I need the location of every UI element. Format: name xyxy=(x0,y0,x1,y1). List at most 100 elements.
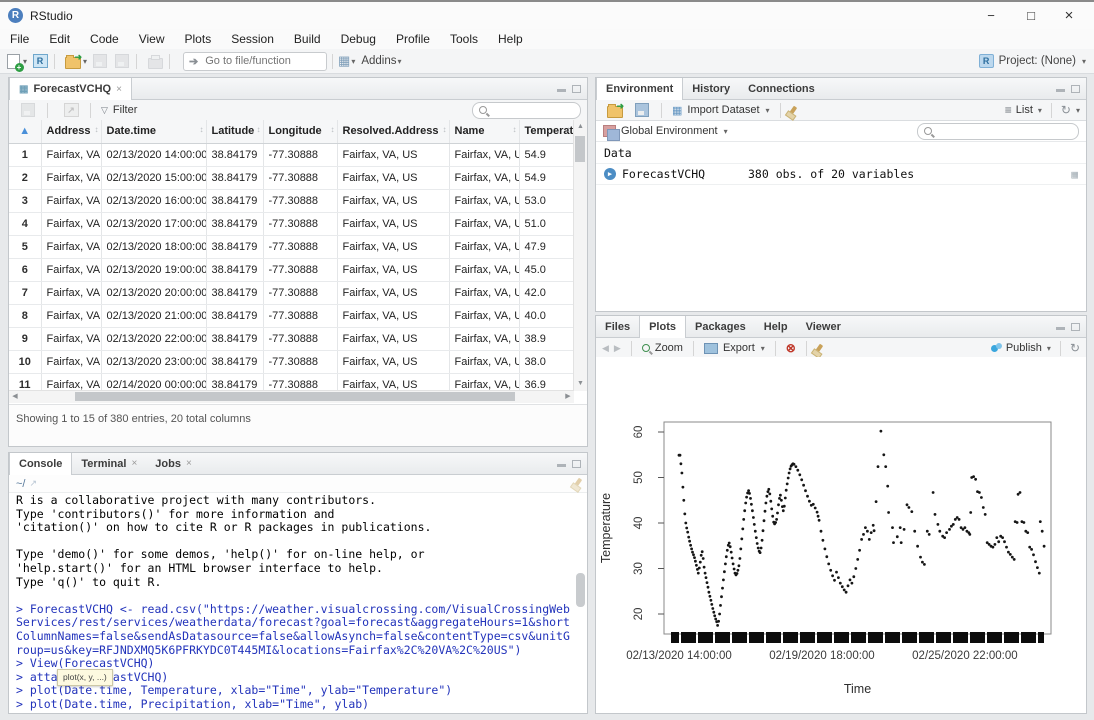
publish-caret-icon[interactable]: ▾ xyxy=(1047,344,1051,353)
tab-plots[interactable]: Plots xyxy=(639,316,686,338)
tab-environment[interactable]: Environment xyxy=(596,78,683,100)
tab-packages[interactable]: Packages xyxy=(686,316,755,337)
sort-icon[interactable]: ↕ xyxy=(200,125,204,134)
publish-button[interactable]: Publish xyxy=(1006,342,1042,354)
export-caret-icon[interactable]: ▾ xyxy=(761,344,765,353)
minimize-pane-icon[interactable] xyxy=(1056,327,1065,330)
scroll-left-icon[interactable]: ◀ xyxy=(9,391,21,403)
view-table-icon[interactable]: ▦ xyxy=(1071,168,1078,181)
table-row[interactable]: 2Fairfax, VA, US02/13/2020 15:00:0038.84… xyxy=(9,166,573,189)
menu-item-build[interactable]: Build xyxy=(284,32,331,46)
addins-menu[interactable]: Addins xyxy=(361,55,396,67)
table-row[interactable]: 8Fairfax, VA, US02/13/2020 21:00:0038.84… xyxy=(9,304,573,327)
clear-all-plots-icon[interactable] xyxy=(815,343,823,353)
import-dataset-button[interactable]: Import Dataset xyxy=(687,104,759,116)
minimize-pane-icon[interactable] xyxy=(557,464,566,467)
scope-caret-icon[interactable]: ▾ xyxy=(724,127,728,136)
refresh-caret-icon[interactable]: ▾ xyxy=(1076,106,1080,115)
expand-object-icon[interactable]: ▶ xyxy=(604,168,616,180)
pane-layout-caret-icon[interactable]: ▾ xyxy=(351,57,355,66)
goto-file-function-box[interactable]: ➔ xyxy=(183,52,327,71)
column-header-date-time[interactable]: Date.time↕ xyxy=(101,120,206,143)
tab-connections[interactable]: Connections xyxy=(739,78,824,99)
scroll-up-icon[interactable]: ▲ xyxy=(574,121,587,133)
sort-icon[interactable]: ↕ xyxy=(257,125,261,134)
menu-item-edit[interactable]: Edit xyxy=(39,32,80,46)
table-row[interactable]: 4Fairfax, VA, US02/13/2020 17:00:0038.84… xyxy=(9,212,573,235)
maximize-pane-icon[interactable] xyxy=(572,85,581,93)
data-table[interactable]: ▲Address↕Date.time↕Latitude↕Longitude↕Re… xyxy=(9,120,587,391)
minimize-pane-icon[interactable] xyxy=(1056,89,1065,92)
maximize-button[interactable]: □ xyxy=(1014,2,1048,28)
table-row[interactable]: 6Fairfax, VA, US02/13/2020 19:00:0038.84… xyxy=(9,258,573,281)
environment-search-box[interactable] xyxy=(917,123,1079,140)
table-row[interactable]: 7Fairfax, VA, US02/13/2020 20:00:0038.84… xyxy=(9,281,573,304)
table-row[interactable]: 9Fairfax, VA, US02/13/2020 22:00:0038.84… xyxy=(9,327,573,350)
export-button[interactable]: Export xyxy=(723,342,755,354)
list-view-caret-icon[interactable]: ▾ xyxy=(1038,106,1042,115)
menu-item-help[interactable]: Help xyxy=(488,32,533,46)
tab-files[interactable]: Files xyxy=(596,316,639,337)
new-project-icon[interactable]: R xyxy=(31,53,49,70)
sort-icon[interactable]: ↕ xyxy=(95,125,99,134)
maximize-pane-icon[interactable] xyxy=(1071,85,1080,93)
project-selector[interactable]: R Project: (None) ▾ xyxy=(979,54,1086,68)
sort-asc-icon[interactable]: ▲ xyxy=(9,120,41,143)
refresh-icon[interactable]: ↻ xyxy=(1061,103,1071,117)
clear-environment-icon[interactable] xyxy=(788,105,796,115)
new-file-icon[interactable]: + xyxy=(4,53,22,70)
table-row[interactable]: 11Fairfax, VA, US02/14/2020 00:00:0038.8… xyxy=(9,373,573,391)
table-row[interactable]: 10Fairfax, VA, US02/13/2020 23:00:0038.8… xyxy=(9,350,573,373)
maximize-pane-icon[interactable] xyxy=(572,460,581,468)
remove-plot-icon[interactable]: ⊗ xyxy=(786,341,796,355)
sort-icon[interactable]: ↕ xyxy=(567,125,571,134)
column-header-latitude[interactable]: Latitude↕ xyxy=(206,120,263,143)
scrollbar-thumb[interactable] xyxy=(575,136,585,162)
refresh-plot-icon[interactable]: ↻ xyxy=(1070,341,1080,355)
popout-window-icon[interactable]: ↗ xyxy=(62,102,80,119)
tab-console[interactable]: Console xyxy=(9,453,72,475)
menu-item-tools[interactable]: Tools xyxy=(440,32,488,46)
close-button[interactable]: × xyxy=(1052,2,1086,28)
column-header-address[interactable]: Address↕ xyxy=(41,120,101,143)
pane-layout-icon[interactable]: ▦ xyxy=(338,53,350,69)
tab-terminal[interactable]: Terminal× xyxy=(72,453,146,474)
menu-item-plots[interactable]: Plots xyxy=(175,32,222,46)
clear-console-icon[interactable] xyxy=(574,477,582,487)
column-header-temperature[interactable]: Temperature↕ xyxy=(519,120,573,143)
zoom-button[interactable]: Zoom xyxy=(655,342,683,354)
object-name[interactable]: ForecastVCHQ xyxy=(622,167,742,181)
goto-directory-icon[interactable]: ↗ xyxy=(29,478,37,489)
environment-scope-select[interactable]: Global Environment xyxy=(621,125,718,137)
table-search-box[interactable] xyxy=(472,102,581,119)
sort-icon[interactable]: ↕ xyxy=(513,125,517,134)
save-workspace-icon[interactable] xyxy=(633,102,651,119)
sort-icon[interactable]: ↕ xyxy=(443,125,447,134)
maximize-pane-icon[interactable] xyxy=(1071,323,1080,331)
menu-item-debug[interactable]: Debug xyxy=(331,32,386,46)
column-header-longitude[interactable]: Longitude↕ xyxy=(263,120,337,143)
tab-history[interactable]: History xyxy=(683,78,739,99)
environment-object-row[interactable]: ▶ ForecastVCHQ 380 obs. of 20 variables … xyxy=(596,164,1086,185)
minimize-pane-icon[interactable] xyxy=(557,89,566,92)
table-row[interactable]: 1Fairfax, VA, US02/13/2020 14:00:0038.84… xyxy=(9,143,573,166)
menu-item-profile[interactable]: Profile xyxy=(386,32,440,46)
console-output[interactable]: R is a collaborative project with many c… xyxy=(9,492,587,713)
table-vertical-scrollbar[interactable]: ▲ ▼ xyxy=(573,120,587,391)
filter-icon[interactable]: ▽ xyxy=(101,105,108,116)
menu-item-code[interactable]: Code xyxy=(80,32,129,46)
load-workspace-icon[interactable]: ➜ xyxy=(606,102,624,119)
open-file-caret-icon[interactable]: ▾ xyxy=(83,57,87,66)
tab-forecastvchq[interactable]: ▦ ForecastVCHQ × xyxy=(9,78,132,100)
console-scrollbar-thumb[interactable] xyxy=(576,573,585,607)
table-row[interactable]: 3Fairfax, VA, US02/13/2020 16:00:0038.84… xyxy=(9,189,573,212)
menu-item-view[interactable]: View xyxy=(129,32,175,46)
goto-file-function-input[interactable] xyxy=(203,54,321,68)
menu-item-file[interactable]: File xyxy=(0,32,39,46)
column-header-name[interactable]: Name↕ xyxy=(449,120,519,143)
list-view-button[interactable]: List xyxy=(1016,104,1033,116)
close-tab-icon[interactable]: × xyxy=(131,458,137,469)
sort-icon[interactable]: ↕ xyxy=(331,125,335,134)
close-tab-icon[interactable]: × xyxy=(116,84,122,95)
tab-jobs[interactable]: Jobs× xyxy=(146,453,201,474)
